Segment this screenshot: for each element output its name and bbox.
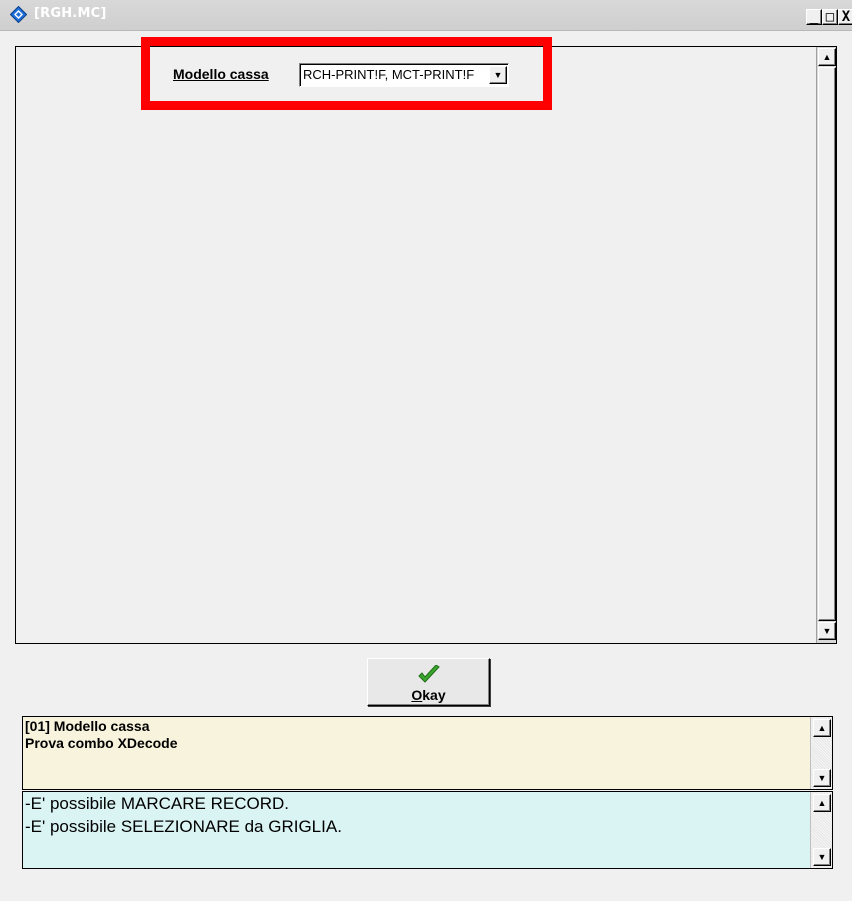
okay-button[interactable]: Okay	[367, 658, 490, 706]
close-button[interactable]: X	[838, 9, 852, 25]
field-info-text: [01] Modello cassa Prova combo XDecode	[25, 718, 178, 752]
scroll-up-button[interactable]: ▲	[818, 48, 836, 66]
form-area	[16, 47, 814, 643]
scroll-down-button[interactable]: ▼	[818, 622, 836, 640]
maximize-button[interactable]: □	[822, 9, 838, 25]
combo-value: RCH-PRINT!F, MCT-PRINT!F	[303, 67, 475, 82]
hint-scroll-up[interactable]: ▲	[813, 794, 831, 812]
title-bar[interactable]: [RGH.MC] _ □ X	[0, 0, 852, 31]
hint-line-1: -E' possibile MARCARE RECORD.	[25, 794, 289, 813]
field-info-line-2: Prova combo XDecode	[25, 735, 178, 751]
modello-cassa-label: Modello cassa	[173, 66, 269, 82]
hint-text: -E' possibile MARCARE RECORD. -E' possib…	[25, 792, 342, 838]
combo-dropdown-button[interactable]: ▼	[489, 66, 507, 84]
minimize-button[interactable]: _	[806, 9, 822, 25]
field-info-scroll-down[interactable]: ▼	[813, 769, 831, 787]
form-vertical-scrollbar[interactable]: ▲ ▼	[816, 47, 836, 643]
field-info-line-1: [01] Modello cassa	[25, 718, 150, 734]
field-info-box: [01] Modello cassa Prova combo XDecode ▲…	[22, 716, 833, 790]
modello-cassa-combo[interactable]: RCH-PRINT!F, MCT-PRINT!F ▼	[299, 63, 509, 87]
hint-scroll-down[interactable]: ▼	[813, 848, 831, 866]
application-window: [RGH.MC] _ □ X ▲ ▼ Modello cassa RCH-PRI…	[0, 0, 852, 901]
app-diamond-icon	[10, 6, 27, 23]
window-controls: _ □ X	[806, 9, 852, 27]
field-info-scroll-up[interactable]: ▲	[813, 719, 831, 737]
checkmark-icon	[418, 665, 440, 683]
form-panel: ▲ ▼	[15, 46, 837, 644]
hint-box: -E' possibile MARCARE RECORD. -E' possib…	[22, 791, 833, 869]
okay-label: Okay	[411, 687, 446, 703]
field-info-scrollbar[interactable]: ▲ ▼	[810, 717, 832, 789]
scroll-thumb[interactable]	[818, 67, 836, 621]
hint-line-2: -E' possibile SELEZIONARE da GRIGLIA.	[25, 817, 342, 836]
hint-scrollbar[interactable]: ▲ ▼	[810, 792, 832, 868]
window-title: [RGH.MC]	[34, 6, 107, 21]
